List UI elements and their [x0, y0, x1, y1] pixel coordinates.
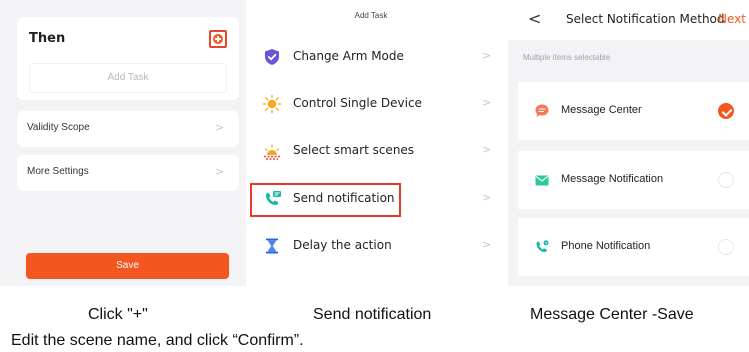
- option-label: Message Center: [561, 104, 642, 116]
- add-task-title: Add Task: [354, 11, 388, 20]
- page-title: Select Notification Method: [566, 12, 725, 26]
- validity-scope-row[interactable]: Validity Scope >: [17, 111, 239, 147]
- then-title: Then: [29, 31, 66, 46]
- instruction-text: Edit the scene name, and click “Confirm”…: [11, 332, 304, 349]
- task-item-label: Control Single Device: [293, 96, 422, 110]
- task-item-select-smart-scenes[interactable]: Select smart scenes >: [256, 135, 501, 165]
- chevron-right-icon: >: [482, 143, 492, 156]
- chevron-right-icon: >: [215, 121, 225, 134]
- chevron-right-icon: >: [482, 49, 492, 62]
- option-message-notification[interactable]: Message Notification: [518, 151, 749, 209]
- add-task-button[interactable]: [209, 30, 227, 48]
- task-item-label: Change Arm Mode: [293, 49, 404, 63]
- validity-scope-label: Validity Scope: [27, 122, 90, 133]
- chat-bubble-icon: [535, 104, 549, 117]
- option-label: Phone Notification: [561, 240, 651, 252]
- chevron-right-icon: >: [215, 165, 225, 178]
- caption-message-center-save: Message Center -Save: [530, 306, 694, 323]
- notification-method-panel: < Select Notification Method Next Multip…: [508, 0, 749, 286]
- hourglass-icon: [266, 238, 278, 254]
- next-button[interactable]: Next: [718, 12, 746, 26]
- envelope-icon: [535, 175, 549, 186]
- save-button[interactable]: Save: [26, 253, 229, 279]
- task-item-delay-the-action[interactable]: Delay the action >: [256, 230, 501, 260]
- back-icon[interactable]: <: [528, 9, 541, 28]
- option-phone-notification[interactable]: Phone Notification: [518, 218, 749, 276]
- then-card: Then Add Task: [17, 17, 239, 100]
- send-notification-highlight: [250, 183, 401, 217]
- more-settings-label: More Settings: [27, 166, 89, 177]
- add-task-field[interactable]: Add Task: [29, 63, 227, 93]
- phone-icon: [536, 240, 549, 252]
- selection-hint: Multiple items selectable: [523, 53, 611, 62]
- chevron-right-icon: >: [482, 96, 492, 109]
- chevron-right-icon: >: [482, 191, 492, 204]
- task-item-change-arm-mode[interactable]: Change Arm Mode >: [256, 41, 501, 71]
- checkbox-checked-icon[interactable]: [718, 103, 734, 119]
- add-task-placeholder: Add Task: [107, 72, 149, 83]
- option-label: Message Notification: [561, 173, 664, 185]
- caption-send-notification: Send notification: [313, 306, 432, 323]
- caption-click-plus: Click "+": [88, 306, 148, 323]
- then-panel: Then Add Task Validity Scope > More Sett…: [0, 0, 246, 286]
- chevron-right-icon: >: [482, 238, 492, 251]
- sun-icon: [262, 94, 282, 114]
- task-item-label: Select smart scenes: [293, 143, 415, 157]
- checkbox-unchecked-icon[interactable]: [718, 172, 734, 188]
- sunrise-icon: [264, 144, 280, 160]
- task-item-label: Delay the action: [293, 238, 392, 252]
- more-settings-row[interactable]: More Settings >: [17, 155, 239, 191]
- task-item-control-single-device[interactable]: Control Single Device >: [256, 88, 501, 118]
- add-task-panel: Add Task Change Arm Mode > Control Singl…: [246, 0, 508, 286]
- plus-circle-icon: [213, 34, 223, 44]
- checkbox-unchecked-icon[interactable]: [718, 239, 734, 255]
- nav-header: < Select Notification Method Next: [508, 0, 749, 40]
- shield-icon: [265, 49, 279, 65]
- option-message-center[interactable]: Message Center: [518, 82, 749, 140]
